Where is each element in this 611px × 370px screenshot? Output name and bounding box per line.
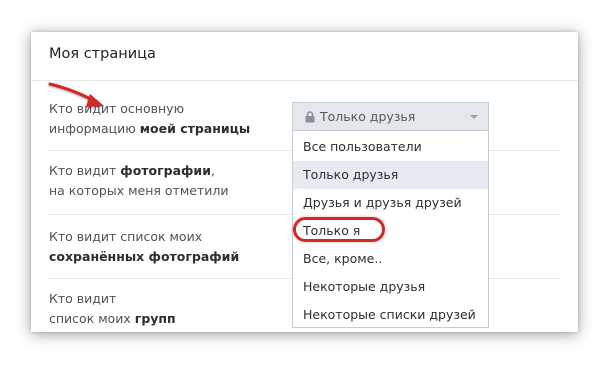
dropdown-option-some-friends[interactable]: Некоторые друзья [293,273,488,301]
row-label-text: на которых меня отметили [49,183,229,198]
lock-icon [305,111,315,123]
setting-row-tagged-photos: Кто видит фотографии, на которых меня от… [49,161,228,201]
setting-row-saved-photos: Кто видит список моих сохранённых фотогр… [49,227,239,267]
page-title: Моя страница [49,46,156,62]
privacy-select[interactable]: Только друзья [292,102,489,130]
dropdown-option-some-friend-lists[interactable]: Некоторые списки друзей [293,301,488,329]
dropdown-option-friends-only[interactable]: Только друзья [293,161,488,189]
row-label-text: Кто видит [49,291,117,306]
card-header: Моя страница [31,32,578,81]
row-label-bold: фотографии [120,163,211,178]
row-label-bold: сохранённых фотографий [49,249,240,264]
row-label-bold: моей страницы [139,121,251,136]
privacy-settings-card: Моя страница Кто видит основную информац… [31,32,578,332]
chevron-down-icon [470,115,478,119]
row-label-text: список моих [49,311,135,326]
row-label-text: Кто видит [49,163,121,178]
red-arrow-icon [48,82,104,107]
row-label-bold: групп [134,311,176,326]
row-label-text: информацию [49,121,140,136]
select-value: Только друзья [320,109,416,124]
dropdown-option-all-except[interactable]: Все, кроме.. [293,245,488,273]
row-label-text: , [210,163,215,178]
highlight-ring [293,217,385,242]
dropdown-option-friends-of-friends[interactable]: Друзья и друзья друзей [293,189,488,217]
setting-row-groups: Кто видит список моих групп [49,289,176,329]
dropdown-option-all-users[interactable]: Все пользователи [293,133,488,161]
row-label-text: Кто видит список моих [49,229,203,244]
